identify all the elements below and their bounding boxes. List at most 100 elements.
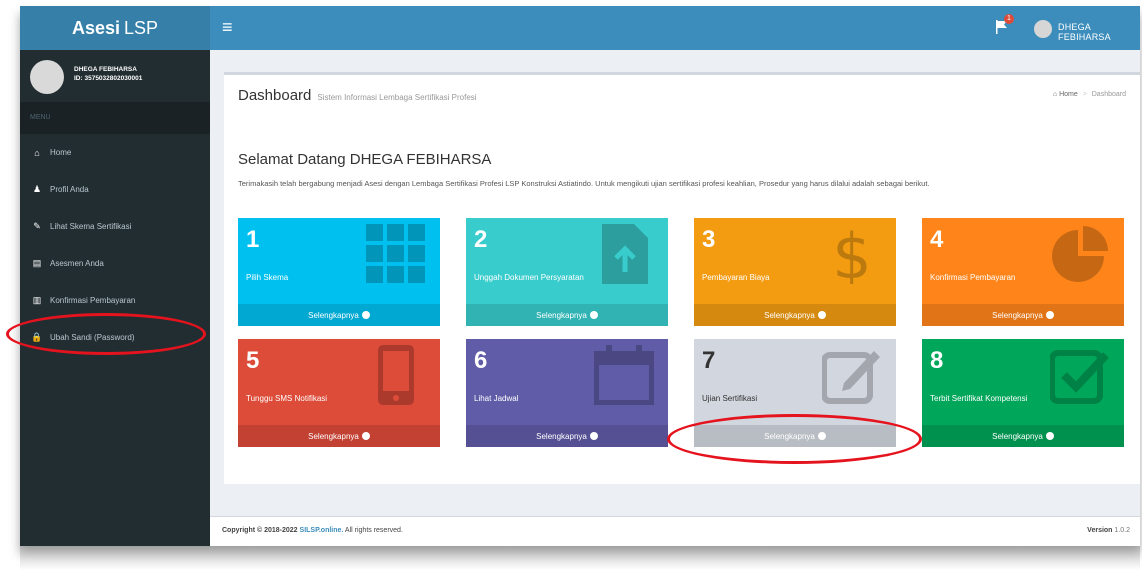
grid-icon — [366, 224, 425, 283]
copyright: Copyright © 2018-2022 SILSP.online. All … — [222, 527, 403, 534]
page-subtitle: Sistem Informasi Lembaga Sertifikasi Pro… — [317, 93, 477, 102]
step-number: 8 — [930, 347, 944, 374]
step-label: Tunggu SMS Notifikasi — [246, 394, 328, 403]
step-number: 5 — [246, 347, 260, 374]
page-title: Dashboard Sistem Informasi Lembaga Sertif… — [238, 87, 477, 104]
site-link[interactable]: SILSP.online. — [300, 527, 344, 534]
sidebar-user-name: DHEGA FEBIHARSA — [74, 66, 137, 73]
step-tile-4: 4 Konfirmasi Pembayaran Selengkapnya — [922, 218, 1124, 326]
page-footer: Copyright © 2018-2022 SILSP.online. All … — [210, 516, 1140, 546]
breadcrumb-separator: > — [1082, 91, 1087, 98]
breadcrumb-current: Dashboard — [1091, 91, 1126, 98]
step-more-link[interactable]: Selengkapnya — [238, 304, 440, 326]
step-tile-5: 5 Tunggu SMS Notifikasi Selengkapnya — [238, 339, 440, 447]
more-link-text: Selengkapnya — [308, 431, 359, 441]
logo-rest: LSP — [124, 17, 159, 38]
step-label: Unggah Dokumen Persyaratan — [474, 273, 584, 282]
arrow-circle-right-icon — [817, 311, 826, 319]
sidebar-item-assessments[interactable]: ▤ Asesmen Anda — [20, 245, 210, 282]
step-number: 2 — [474, 226, 488, 253]
step-tile-6: 6 Lihat Jadwal Selengkapnya — [466, 339, 668, 447]
check-square-icon — [1050, 350, 1109, 404]
step-tile-8: 8 Terbit Sertifikat Kompetensi Selengkap… — [922, 339, 1124, 447]
dollar-icon: $ — [832, 224, 871, 284]
calendar-icon — [594, 345, 654, 405]
arrow-circle-right-icon — [589, 432, 598, 440]
sidebar-item-label: Konfirmasi Pembayaran — [50, 296, 136, 305]
step-more-link[interactable]: Selengkapnya — [922, 425, 1124, 447]
arrow-circle-right-icon — [589, 311, 598, 319]
sidebar-item-label: Lihat Skema Sertifikasi — [50, 222, 132, 231]
top-navbar: ≡ 1 DHEGA FEBIHARSA — [210, 6, 1140, 50]
sidebar-toggle-icon[interactable]: ≡ — [222, 17, 233, 37]
app-window: Asesi LSP ≡ 1 DHEGA FEBIHARSA DHEGA FEBI… — [20, 6, 1140, 546]
step-tile-2: 2 Unggah Dokumen Persyaratan Selengkapny… — [466, 218, 668, 326]
rights-text: All rights reserved. — [344, 527, 403, 534]
sidebar-item-profile[interactable]: ♟ Profil Anda — [20, 171, 210, 208]
app-logo[interactable]: Asesi LSP — [20, 6, 210, 50]
arrow-circle-right-icon — [1045, 432, 1054, 440]
version-number: 1.0.2 — [1114, 527, 1130, 534]
breadcrumb-home[interactable]: Home — [1059, 91, 1078, 98]
edit-square-icon — [822, 351, 880, 404]
navbar-user-name[interactable]: DHEGA FEBIHARSA — [1058, 22, 1140, 42]
navbar-avatar[interactable] — [1034, 20, 1052, 38]
pie-chart-icon — [1052, 226, 1108, 282]
step-label: Pilih Skema — [246, 273, 289, 282]
step-number: 4 — [930, 226, 944, 253]
step-label: Ujian Sertifikasi — [702, 394, 758, 403]
step-label: Terbit Sertifikat Kompetensi — [930, 394, 1028, 403]
arrow-circle-right-icon — [1045, 311, 1054, 319]
arrow-circle-right-icon — [361, 432, 370, 440]
dashboard-panel: Dashboard Sistem Informasi Lembaga Sertif… — [224, 72, 1140, 484]
more-link-text: Selengkapnya — [992, 431, 1043, 441]
version-label: Version — [1087, 527, 1113, 534]
arrow-circle-right-icon — [361, 311, 370, 319]
sidebar-avatar — [30, 60, 64, 94]
page-title-text: Dashboard — [238, 87, 312, 104]
home-icon: ⌂ — [1052, 91, 1058, 98]
annotation-ellipse-exam — [667, 414, 922, 464]
more-link-text: Selengkapnya — [764, 310, 815, 320]
step-number: 7 — [702, 347, 716, 374]
step-more-link[interactable]: Selengkapnya — [694, 304, 896, 326]
step-label: Pembayaran Biaya — [702, 273, 770, 282]
svg-text:$: $ — [832, 224, 871, 284]
welcome-heading: Selamat Datang DHEGA FEBIHARSA — [238, 151, 492, 168]
notification-badge: 1 — [1004, 14, 1014, 24]
step-tile-1: 1 Pilih Skema Selengkapnya — [238, 218, 440, 326]
barcode-icon: ▥ — [32, 295, 42, 305]
sidebar-header: MENU — [20, 102, 210, 134]
step-label: Konfirmasi Pembayaran — [930, 273, 1016, 282]
user-panel: DHEGA FEBIHARSA ID: 3575032802030001 — [20, 50, 210, 102]
more-link-text: Selengkapnya — [536, 431, 587, 441]
logo-bold: Asesi — [71, 17, 120, 38]
mobile-phone-icon — [378, 345, 414, 405]
file-icon: ▤ — [32, 258, 42, 268]
step-more-link[interactable]: Selengkapnya — [238, 425, 440, 447]
step-number: 1 — [246, 226, 260, 253]
step-more-link[interactable]: Selengkapnya — [466, 425, 668, 447]
annotation-ellipse-password — [6, 313, 206, 355]
home-icon: ⌂ — [34, 147, 40, 158]
sidebar-item-label: Home — [50, 148, 72, 157]
document-upload-icon — [602, 224, 648, 284]
copyright-prefix: Copyright © 2018-2022 — [222, 527, 298, 534]
more-link-text: Selengkapnya — [308, 310, 359, 320]
step-number: 3 — [702, 226, 716, 253]
sidebar: DHEGA FEBIHARSA ID: 3575032802030001 MEN… — [20, 50, 210, 546]
step-more-link[interactable]: Selengkapnya — [922, 304, 1124, 326]
sidebar-item-label: Asesmen Anda — [50, 259, 104, 268]
step-more-link[interactable]: Selengkapnya — [466, 304, 668, 326]
user-icon: ♟ — [32, 184, 42, 194]
version-info: Version 1.0.2 — [1087, 527, 1130, 534]
sidebar-user-id: ID: 3575032802030001 — [74, 75, 143, 82]
window-shadow — [20, 546, 1140, 570]
sidebar-item-home[interactable]: ⌂ Home — [20, 134, 210, 171]
breadcrumb: ⌂ Home > Dashboard — [1053, 91, 1126, 98]
step-tile-3: $ 3 Pembayaran Biaya Selengkapnya — [694, 218, 896, 326]
more-link-text: Selengkapnya — [992, 310, 1043, 320]
step-number: 6 — [474, 347, 488, 374]
edit-icon: ✎ — [33, 221, 41, 231]
sidebar-item-schemes[interactable]: ✎ Lihat Skema Sertifikasi — [20, 208, 210, 245]
